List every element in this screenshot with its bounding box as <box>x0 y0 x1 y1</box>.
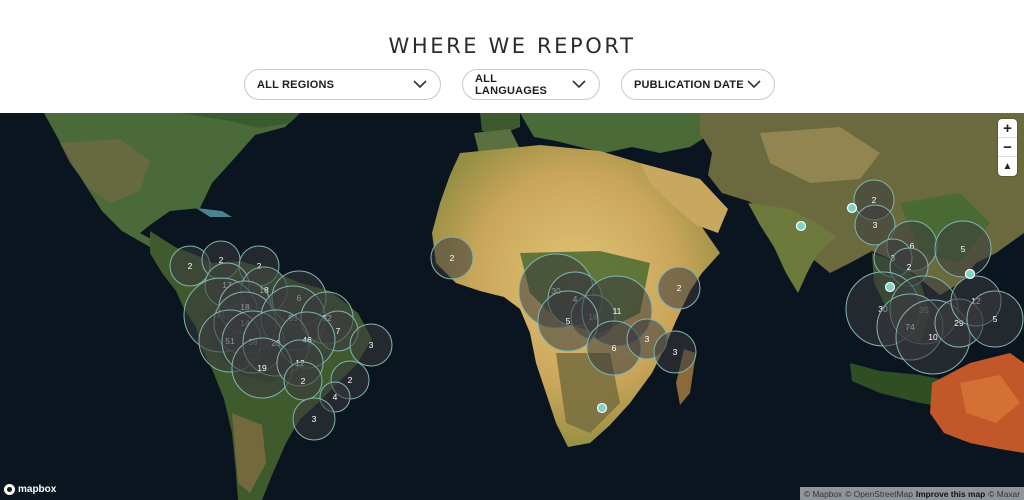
map-cluster-marker[interactable]: 5 <box>966 290 1024 348</box>
language-filter-label: ALL LANGUAGES <box>475 72 548 97</box>
cluster-count: 2 <box>677 283 682 293</box>
cluster-count: 7 <box>336 326 341 336</box>
single-location-marker[interactable] <box>596 402 608 414</box>
cluster-count: 5 <box>961 244 966 254</box>
chevron-down-icon <box>412 77 428 93</box>
region-filter-label: ALL REGIONS <box>257 78 335 91</box>
cluster-count: 2 <box>907 262 912 272</box>
publication-date-filter-label: PUBLICATION DATE <box>634 78 744 91</box>
world-map[interactable]: 2221718671181495327513820463191222432304… <box>0 113 1024 500</box>
cluster-count: 2 <box>301 376 306 386</box>
attribution-maxar-link[interactable]: © Maxar <box>988 489 1020 499</box>
cluster-count: 6 <box>612 343 617 353</box>
cluster-count: 2 <box>450 253 455 263</box>
cluster-count: 5 <box>566 316 571 326</box>
chevron-down-icon <box>746 77 762 93</box>
cluster-count: 3 <box>673 347 678 357</box>
map-cluster-marker[interactable]: 3 <box>292 397 336 441</box>
mapbox-logo[interactable]: mapbox <box>4 484 56 495</box>
cluster-count: 3 <box>312 414 317 424</box>
cluster-count: 11 <box>613 306 622 316</box>
zoom-controls: + − ▲ <box>998 119 1017 176</box>
map-cluster-marker[interactable]: 2 <box>283 361 323 401</box>
single-location-marker[interactable] <box>846 202 858 214</box>
chevron-down-icon <box>571 77 587 93</box>
cluster-count: 4 <box>333 392 338 402</box>
publication-date-filter-dropdown[interactable]: PUBLICATION DATE <box>621 69 775 100</box>
improve-map-link[interactable]: Improve this map <box>916 489 985 499</box>
map-cluster-marker[interactable]: 3 <box>653 330 697 374</box>
single-location-marker[interactable] <box>964 268 976 280</box>
language-filter-dropdown[interactable]: ALL LANGUAGES <box>462 69 600 100</box>
cluster-count: 2 <box>188 261 193 271</box>
cluster-count: 19 <box>257 363 267 373</box>
map-cluster-marker[interactable]: 2 <box>657 266 701 310</box>
map-cluster-marker[interactable]: 5 <box>934 220 992 278</box>
cluster-count: 3 <box>369 340 374 350</box>
cluster-count: 2 <box>872 195 877 205</box>
map-attribution: © Mapbox © OpenStreetMap Improve this ma… <box>799 487 1024 500</box>
compass-icon[interactable]: ▲ <box>998 157 1017 176</box>
mapbox-logo-text: mapbox <box>18 484 57 495</box>
region-filter-dropdown[interactable]: ALL REGIONS <box>244 69 441 100</box>
cluster-count: 5 <box>993 314 998 324</box>
single-location-marker[interactable] <box>884 281 896 293</box>
cluster-count: 3 <box>873 220 878 230</box>
attribution-mapbox-link[interactable]: © Mapbox <box>804 489 842 499</box>
single-location-marker[interactable] <box>795 220 807 232</box>
page-header: WHERE WE REPORT ALL REGIONS ALL LANGUAGE… <box>0 0 1024 113</box>
map-cluster-marker[interactable]: 2 <box>430 236 474 280</box>
zoom-in-button[interactable]: + <box>998 119 1017 138</box>
attribution-osm-link[interactable]: © OpenStreetMap <box>845 489 913 499</box>
cluster-count: 3 <box>645 334 650 344</box>
cluster-count: 2 <box>348 375 353 385</box>
zoom-out-button[interactable]: − <box>998 138 1017 157</box>
map-cluster-marker[interactable]: 3 <box>349 323 393 367</box>
cluster-layer: 2221718671181495327513820463191222432304… <box>169 179 1024 441</box>
page-title: WHERE WE REPORT <box>388 34 636 58</box>
mapbox-logo-icon <box>4 484 15 495</box>
cluster-count: 10 <box>928 332 938 342</box>
